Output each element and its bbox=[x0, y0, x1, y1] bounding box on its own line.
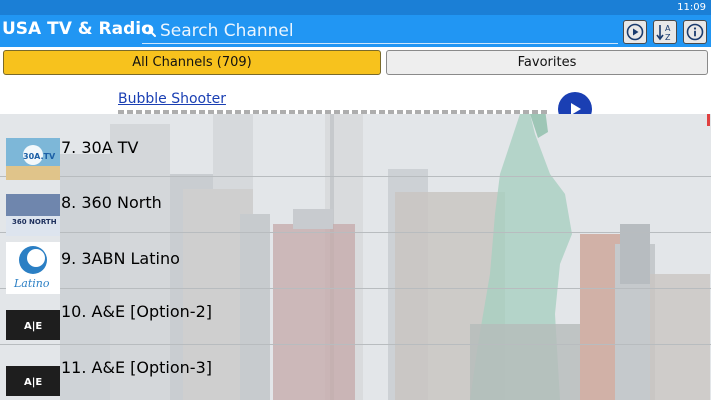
channel-logo: 360 NORTH bbox=[6, 194, 60, 236]
logo-text-ae: A|E bbox=[24, 377, 42, 388]
sort-letter-z: Z bbox=[665, 33, 671, 42]
ad-open-button[interactable] bbox=[558, 92, 592, 114]
channel-3abn-logo: Latino bbox=[6, 242, 60, 294]
channel-logo: A|E bbox=[6, 310, 60, 340]
ad-banner[interactable]: Bubble Shooter bbox=[0, 80, 711, 114]
channel-30a-logo: 30A.TV bbox=[6, 138, 60, 180]
info-icon bbox=[686, 23, 704, 41]
channel-ae-logo: A|E bbox=[6, 310, 60, 340]
channel-logo: 30A.TV bbox=[6, 138, 60, 180]
app-header: USA TV & Radio A Z bbox=[0, 15, 711, 47]
tab-favorites[interactable]: Favorites bbox=[386, 50, 708, 75]
search-bar[interactable] bbox=[142, 20, 618, 44]
channel-row[interactable]: A|E 11. A&E [Option-3] bbox=[0, 346, 711, 400]
play-circle-icon bbox=[626, 23, 644, 41]
channel-name[interactable]: 8. 360 North bbox=[61, 193, 162, 212]
status-bar: 11:09 bbox=[0, 0, 711, 15]
channel-logo: A|E bbox=[6, 366, 60, 396]
logo-text-30a: 30A.TV bbox=[23, 152, 56, 161]
channel-name[interactable]: 11. A&E [Option-3] bbox=[61, 358, 212, 377]
logo-text-360north: 360 NORTH bbox=[12, 218, 57, 226]
sort-az-icon: A Z bbox=[656, 24, 671, 42]
channel-name[interactable]: 7. 30A TV bbox=[61, 138, 138, 157]
status-time: 11:09 bbox=[677, 2, 706, 13]
channel-row[interactable]: 360 NORTH 8. 360 North bbox=[0, 178, 711, 236]
channel-row[interactable]: A|E 10. A&E [Option-2] bbox=[0, 290, 711, 345]
channel-name[interactable]: 10. A&E [Option-2] bbox=[61, 302, 212, 321]
sort-letter-a: A bbox=[665, 24, 671, 33]
logo-text-ae: A|E bbox=[24, 321, 42, 332]
channel-logo: Latino bbox=[6, 242, 60, 294]
channel-row[interactable]: Latino 9. 3ABN Latino bbox=[0, 234, 711, 294]
channel-row[interactable]: 30A.TV 7. 30A TV bbox=[0, 122, 711, 180]
channel-name[interactable]: 9. 3ABN Latino bbox=[61, 249, 180, 268]
search-icon bbox=[143, 24, 156, 37]
info-button[interactable] bbox=[683, 20, 707, 44]
play-button[interactable] bbox=[623, 20, 647, 44]
channel-ae-logo: A|E bbox=[6, 366, 60, 396]
app-title: USA TV & Radio bbox=[2, 19, 153, 39]
sort-button[interactable]: A Z bbox=[653, 20, 677, 44]
ad-title-link[interactable]: Bubble Shooter bbox=[118, 91, 226, 107]
tab-all-channels[interactable]: All Channels (709) bbox=[3, 50, 381, 75]
logo-text-latino: Latino bbox=[13, 277, 50, 290]
channel-list[interactable]: 30A.TV 7. 30A TV 360 NORTH 8. 360 North … bbox=[0, 114, 711, 400]
channel-360north-logo: 360 NORTH bbox=[6, 194, 60, 236]
search-input[interactable] bbox=[160, 20, 616, 42]
tabs-bar: All Channels (709) Favorites bbox=[0, 47, 711, 80]
arrow-right-icon bbox=[571, 103, 581, 114]
